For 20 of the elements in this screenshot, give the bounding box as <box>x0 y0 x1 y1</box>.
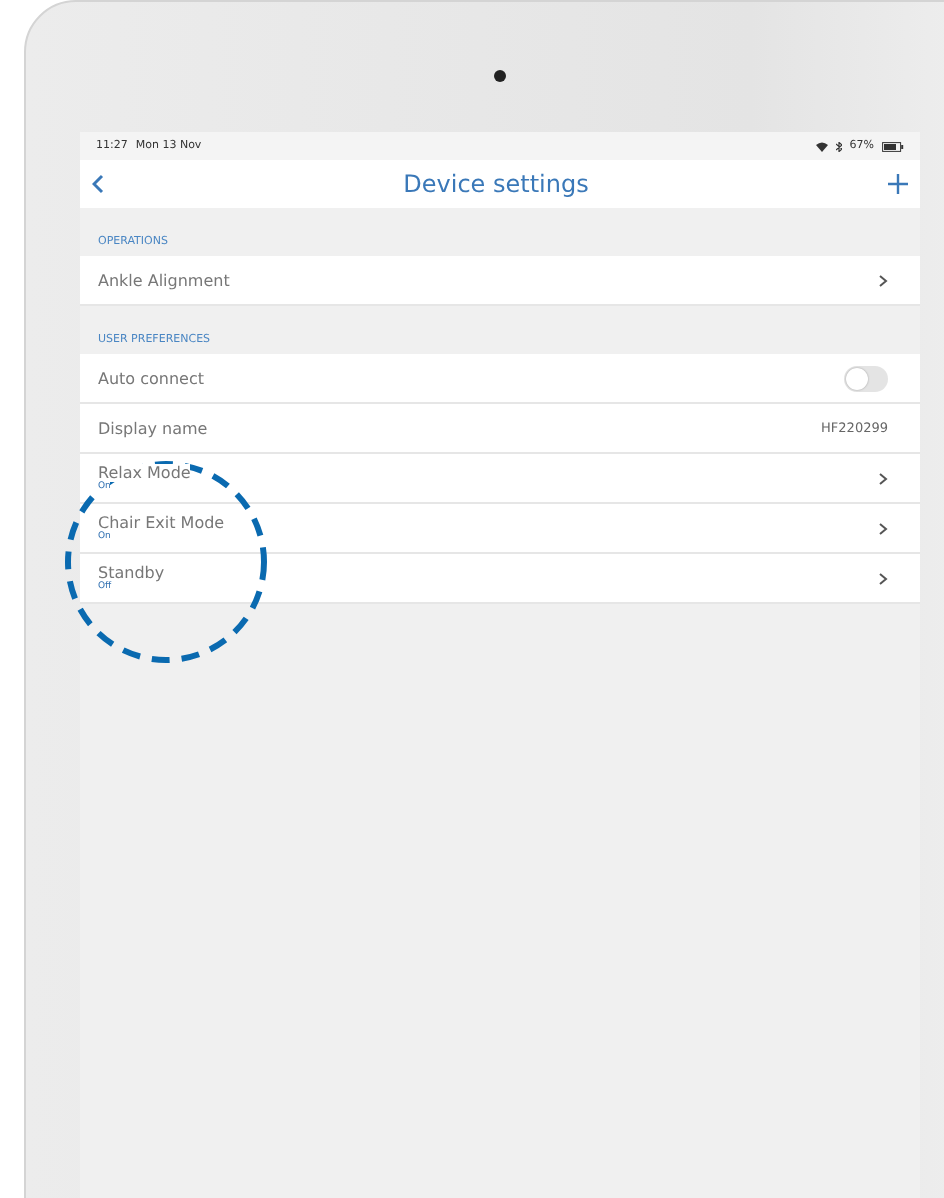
chevron-right-icon <box>878 571 888 585</box>
wifi-icon <box>815 141 828 151</box>
row-label: Ankle Alignment <box>98 271 230 289</box>
row-label: Chair Exit Mode <box>98 514 225 532</box>
back-icon[interactable] <box>92 174 104 194</box>
chevron-right-icon <box>878 471 888 485</box>
bluetooth-icon <box>835 141 842 151</box>
row-label: Display name <box>98 419 208 437</box>
toggle-switch[interactable] <box>844 365 888 391</box>
battery-icon <box>882 141 904 151</box>
settings-row[interactable]: Ankle Alignment <box>80 256 920 306</box>
row-label: Auto connect <box>98 369 205 387</box>
settings-row[interactable]: Auto connect <box>80 354 920 404</box>
camera-dot <box>494 70 506 82</box>
chevron-right-icon <box>878 521 888 535</box>
screen-title: Device settings <box>403 170 589 198</box>
row-label: Standby <box>98 564 165 582</box>
add-icon[interactable] <box>888 174 908 194</box>
row-label: Relax Mode <box>98 464 191 482</box>
chevron-right-icon <box>878 273 888 287</box>
